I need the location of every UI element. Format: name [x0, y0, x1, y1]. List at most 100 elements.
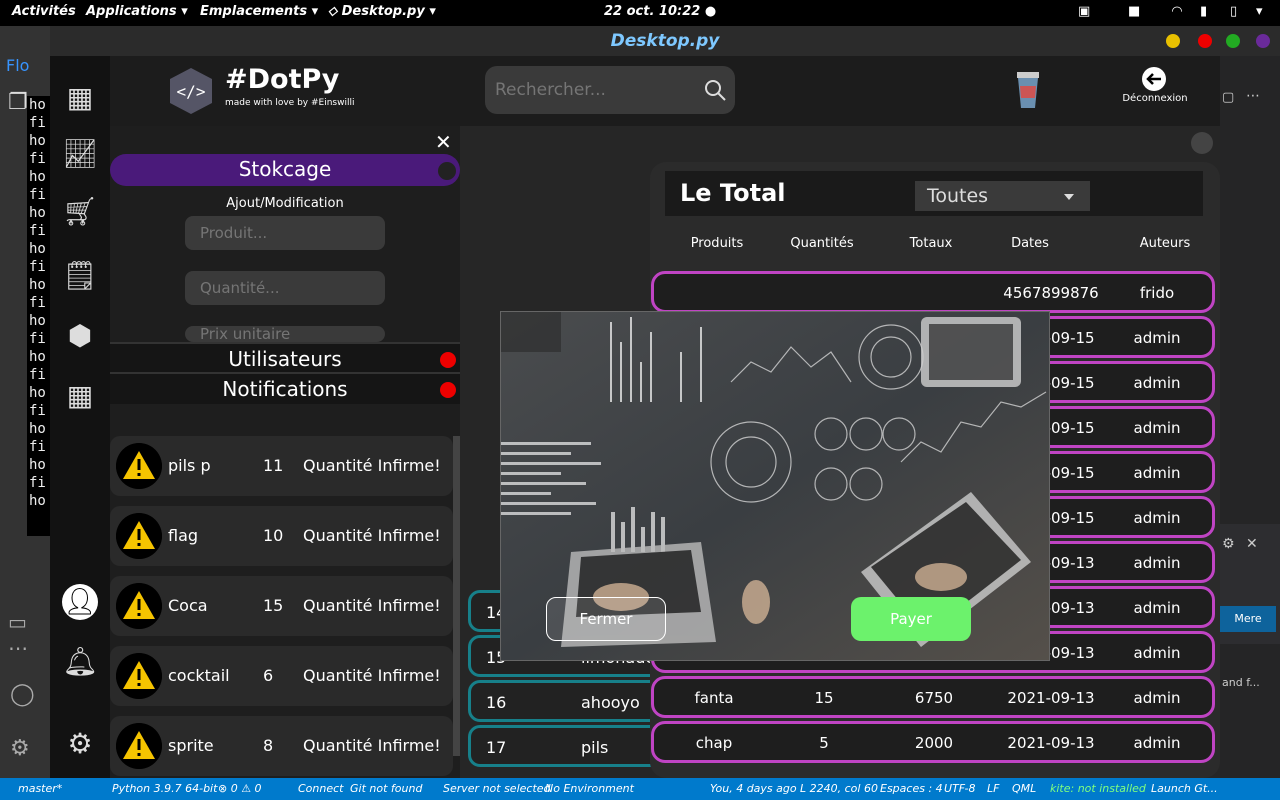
account-icon[interactable]: ◯: [10, 682, 35, 707]
volume-icon[interactable]: ▮: [1200, 4, 1207, 19]
git-status[interactable]: Git not found: [350, 782, 422, 795]
eol-status[interactable]: LF: [987, 782, 999, 795]
language-status[interactable]: QML: [1012, 782, 1036, 795]
pay-button[interactable]: Payer: [851, 597, 971, 641]
notification-item[interactable]: pils p 11 Quantité Infirme!: [110, 436, 453, 496]
activities-menu[interactable]: Activités: [12, 4, 76, 19]
branch-status[interactable]: master*: [18, 782, 62, 795]
total-title: Le Total: [680, 179, 786, 207]
explorer-icon[interactable]: ❐: [8, 90, 28, 115]
power-menu-icon[interactable]: ▾: [1256, 4, 1263, 19]
wifi-icon[interactable]: ◠: [1172, 4, 1182, 19]
notification-item[interactable]: flag 10 Quantité Infirme!: [110, 506, 453, 566]
logout-label[interactable]: Déconnexion: [1120, 93, 1190, 104]
column-header-authors: Auteurs: [1139, 236, 1191, 251]
product-list-item[interactable]: 17 pils: [468, 725, 668, 767]
notification-item[interactable]: Coca 15 Quantité Infirme!: [110, 576, 453, 636]
users-section-header[interactable]: Utilisateurs: [110, 342, 460, 374]
terminal-line: fi: [29, 367, 46, 383]
vscode-label: Flo: [6, 56, 30, 75]
indent-status[interactable]: Espaces : 4: [880, 782, 943, 795]
more-actions-icon[interactable]: ⋯: [1246, 88, 1260, 104]
terminal-line: fi: [29, 295, 46, 311]
workspace-icon[interactable]: ▣: [1078, 4, 1090, 19]
launch-status[interactable]: Launch Gt...: [1151, 782, 1218, 795]
dotpy-app: ▦ 📈︎ 🛒︎ 🗒︎ ⬢ ▦ 👤︎ 🔔︎ ⚙ </> #DotPy made w…: [50, 56, 1220, 778]
search-icon[interactable]: [703, 78, 727, 102]
stock-section-header[interactable]: Stokcage: [110, 154, 460, 186]
price-input[interactable]: [185, 326, 385, 342]
search-input[interactable]: [495, 75, 695, 105]
encoding-status[interactable]: UTF-8: [944, 782, 975, 795]
invoice-icon[interactable]: 🗒︎: [62, 258, 98, 294]
brand-tagline: made with love by #Einswilli: [225, 98, 355, 108]
notification-item[interactable]: sprite 8 Quantité Infirme!: [110, 716, 453, 776]
notification-qty: 15: [263, 596, 284, 615]
column-header-products: Produits: [690, 236, 744, 251]
split-editor-icon[interactable]: ▢: [1222, 90, 1234, 105]
total-table-row[interactable]: 4567899876 frido: [651, 271, 1215, 313]
svg-text:</>: </>: [177, 82, 206, 101]
terminal-line: ho: [29, 421, 46, 437]
notification-product: pils p: [168, 456, 211, 475]
notification-scrollbar[interactable]: [453, 436, 460, 756]
maximize-button[interactable]: [1226, 34, 1240, 48]
server-status[interactable]: Server not selected: [443, 782, 551, 795]
total-table-row[interactable]: fanta 15 6750 2021-09-13 admin: [651, 676, 1215, 718]
product-id: 17: [486, 738, 507, 757]
box-icon[interactable]: ⬢: [62, 318, 98, 354]
vscode-statusbar: master* Python 3.9.7 64-bit ⊗ 0 ⚠ 0 Conn…: [0, 778, 1280, 800]
notification-close-icon[interactable]: ✕: [1246, 536, 1258, 552]
users-alert-dot: [440, 352, 456, 368]
notification-gear-icon[interactable]: ⚙: [1222, 536, 1235, 552]
applications-menu[interactable]: Applications ▾: [86, 4, 188, 19]
total-table-row[interactable]: chap 5 2000 2021-09-13 admin: [651, 721, 1215, 763]
python-status[interactable]: Python 3.9.7 64-bit: [112, 782, 217, 795]
notification-item[interactable]: cocktail 6 Quantité Infirme!: [110, 646, 453, 706]
coffee-cup-icon[interactable]: [1015, 70, 1041, 110]
user-avatar-icon[interactable]: 👤︎: [62, 584, 98, 620]
notification-message: Quantité Infirme!: [303, 666, 441, 685]
places-menu[interactable]: Emplacements ▾: [200, 4, 318, 19]
battery-icon[interactable]: ▯: [1230, 4, 1237, 19]
logout-icon[interactable]: [1141, 66, 1167, 92]
chart-icon[interactable]: 📈︎: [62, 136, 98, 172]
close-modal-button[interactable]: Fermer: [546, 597, 666, 641]
terminal-line: ho: [29, 493, 46, 509]
row-quantity: 5: [819, 734, 829, 752]
camera-icon[interactable]: ■: [1128, 4, 1140, 19]
notifications-section-header[interactable]: Notifications: [110, 372, 460, 404]
blame-status[interactable]: You, 4 days ago: [710, 782, 797, 795]
more-icon[interactable]: ⋯: [8, 636, 28, 660]
column-header-quantities: Quantités: [790, 236, 854, 251]
product-input[interactable]: [185, 216, 385, 250]
clock[interactable]: 22 oct. 10:22 ●: [604, 4, 716, 19]
bell-icon[interactable]: 🔔︎: [62, 644, 98, 680]
connect-status[interactable]: Connect: [298, 782, 343, 795]
notification-product: flag: [168, 526, 199, 545]
product-list-item[interactable]: 16 ahooyo: [468, 680, 668, 722]
terminal-line: ho: [29, 457, 46, 473]
kite-status[interactable]: kite: not installed: [1050, 782, 1146, 795]
app-sidebar: ▦ 📈︎ 🛒︎ 🗒︎ ⬢ ▦ 👤︎ 🔔︎ ⚙: [50, 56, 110, 778]
extra-window-button[interactable]: [1256, 34, 1270, 48]
cursor-position[interactable]: L 2240, col 60: [800, 782, 878, 795]
app-menu[interactable]: ⬦ Desktop.py ▾: [328, 4, 436, 19]
terminal-line: fi: [29, 151, 46, 167]
environment-status[interactable]: No Environment: [545, 782, 634, 795]
manage-gear-icon[interactable]: ⚙: [10, 736, 30, 761]
close-panel-icon[interactable]: ✕: [435, 130, 452, 154]
more-button[interactable]: Mere: [1220, 606, 1276, 632]
scroll-indicator[interactable]: [1191, 132, 1213, 154]
row-author: admin: [1133, 734, 1181, 752]
cart-icon[interactable]: 🛒︎: [62, 194, 98, 230]
quantity-input[interactable]: [185, 271, 385, 305]
problems-status[interactable]: ⊗ 0 ⚠ 0: [218, 782, 262, 795]
grid-icon[interactable]: ▦: [62, 80, 98, 116]
close-window-button[interactable]: [1198, 34, 1212, 48]
terminal-icon[interactable]: ▭: [8, 610, 27, 634]
minimize-button[interactable]: [1166, 34, 1180, 48]
row-author: admin: [1133, 599, 1181, 617]
calculator-icon[interactable]: ▦: [62, 378, 98, 414]
settings-icon[interactable]: ⚙: [62, 726, 98, 762]
